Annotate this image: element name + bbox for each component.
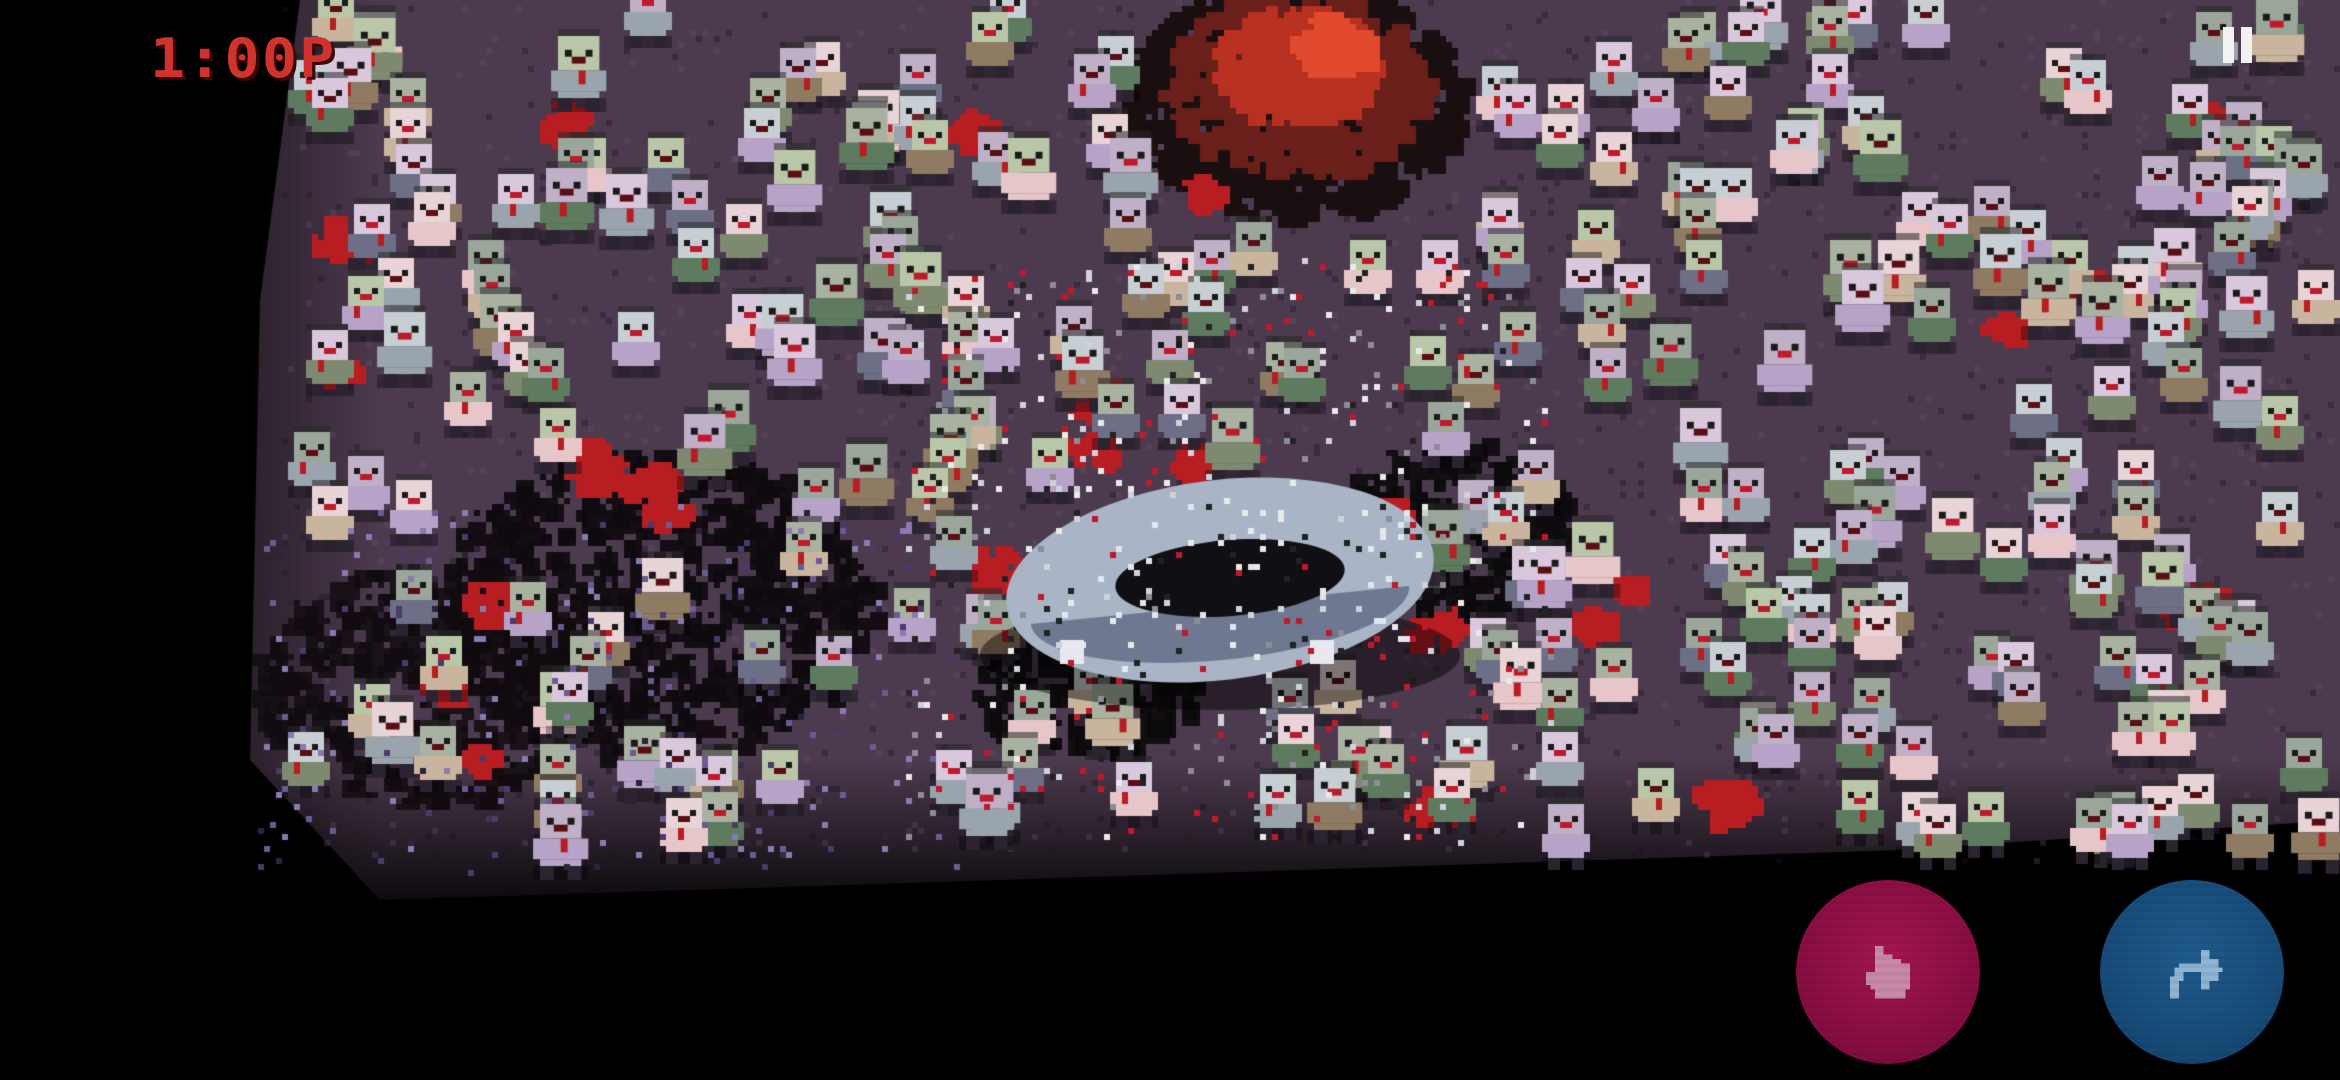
pause-button[interactable] — [2206, 16, 2270, 80]
curved-arrow-icon — [2170, 950, 2223, 999]
hand-icon — [1866, 945, 1910, 999]
grab-button[interactable] — [1796, 880, 1980, 1064]
pause-icon — [2223, 27, 2234, 63]
game-scene[interactable] — [0, 0, 2340, 1080]
game-viewport[interactable]: 1:00P — [0, 0, 2340, 1080]
jump-button[interactable] — [2100, 880, 2284, 1064]
